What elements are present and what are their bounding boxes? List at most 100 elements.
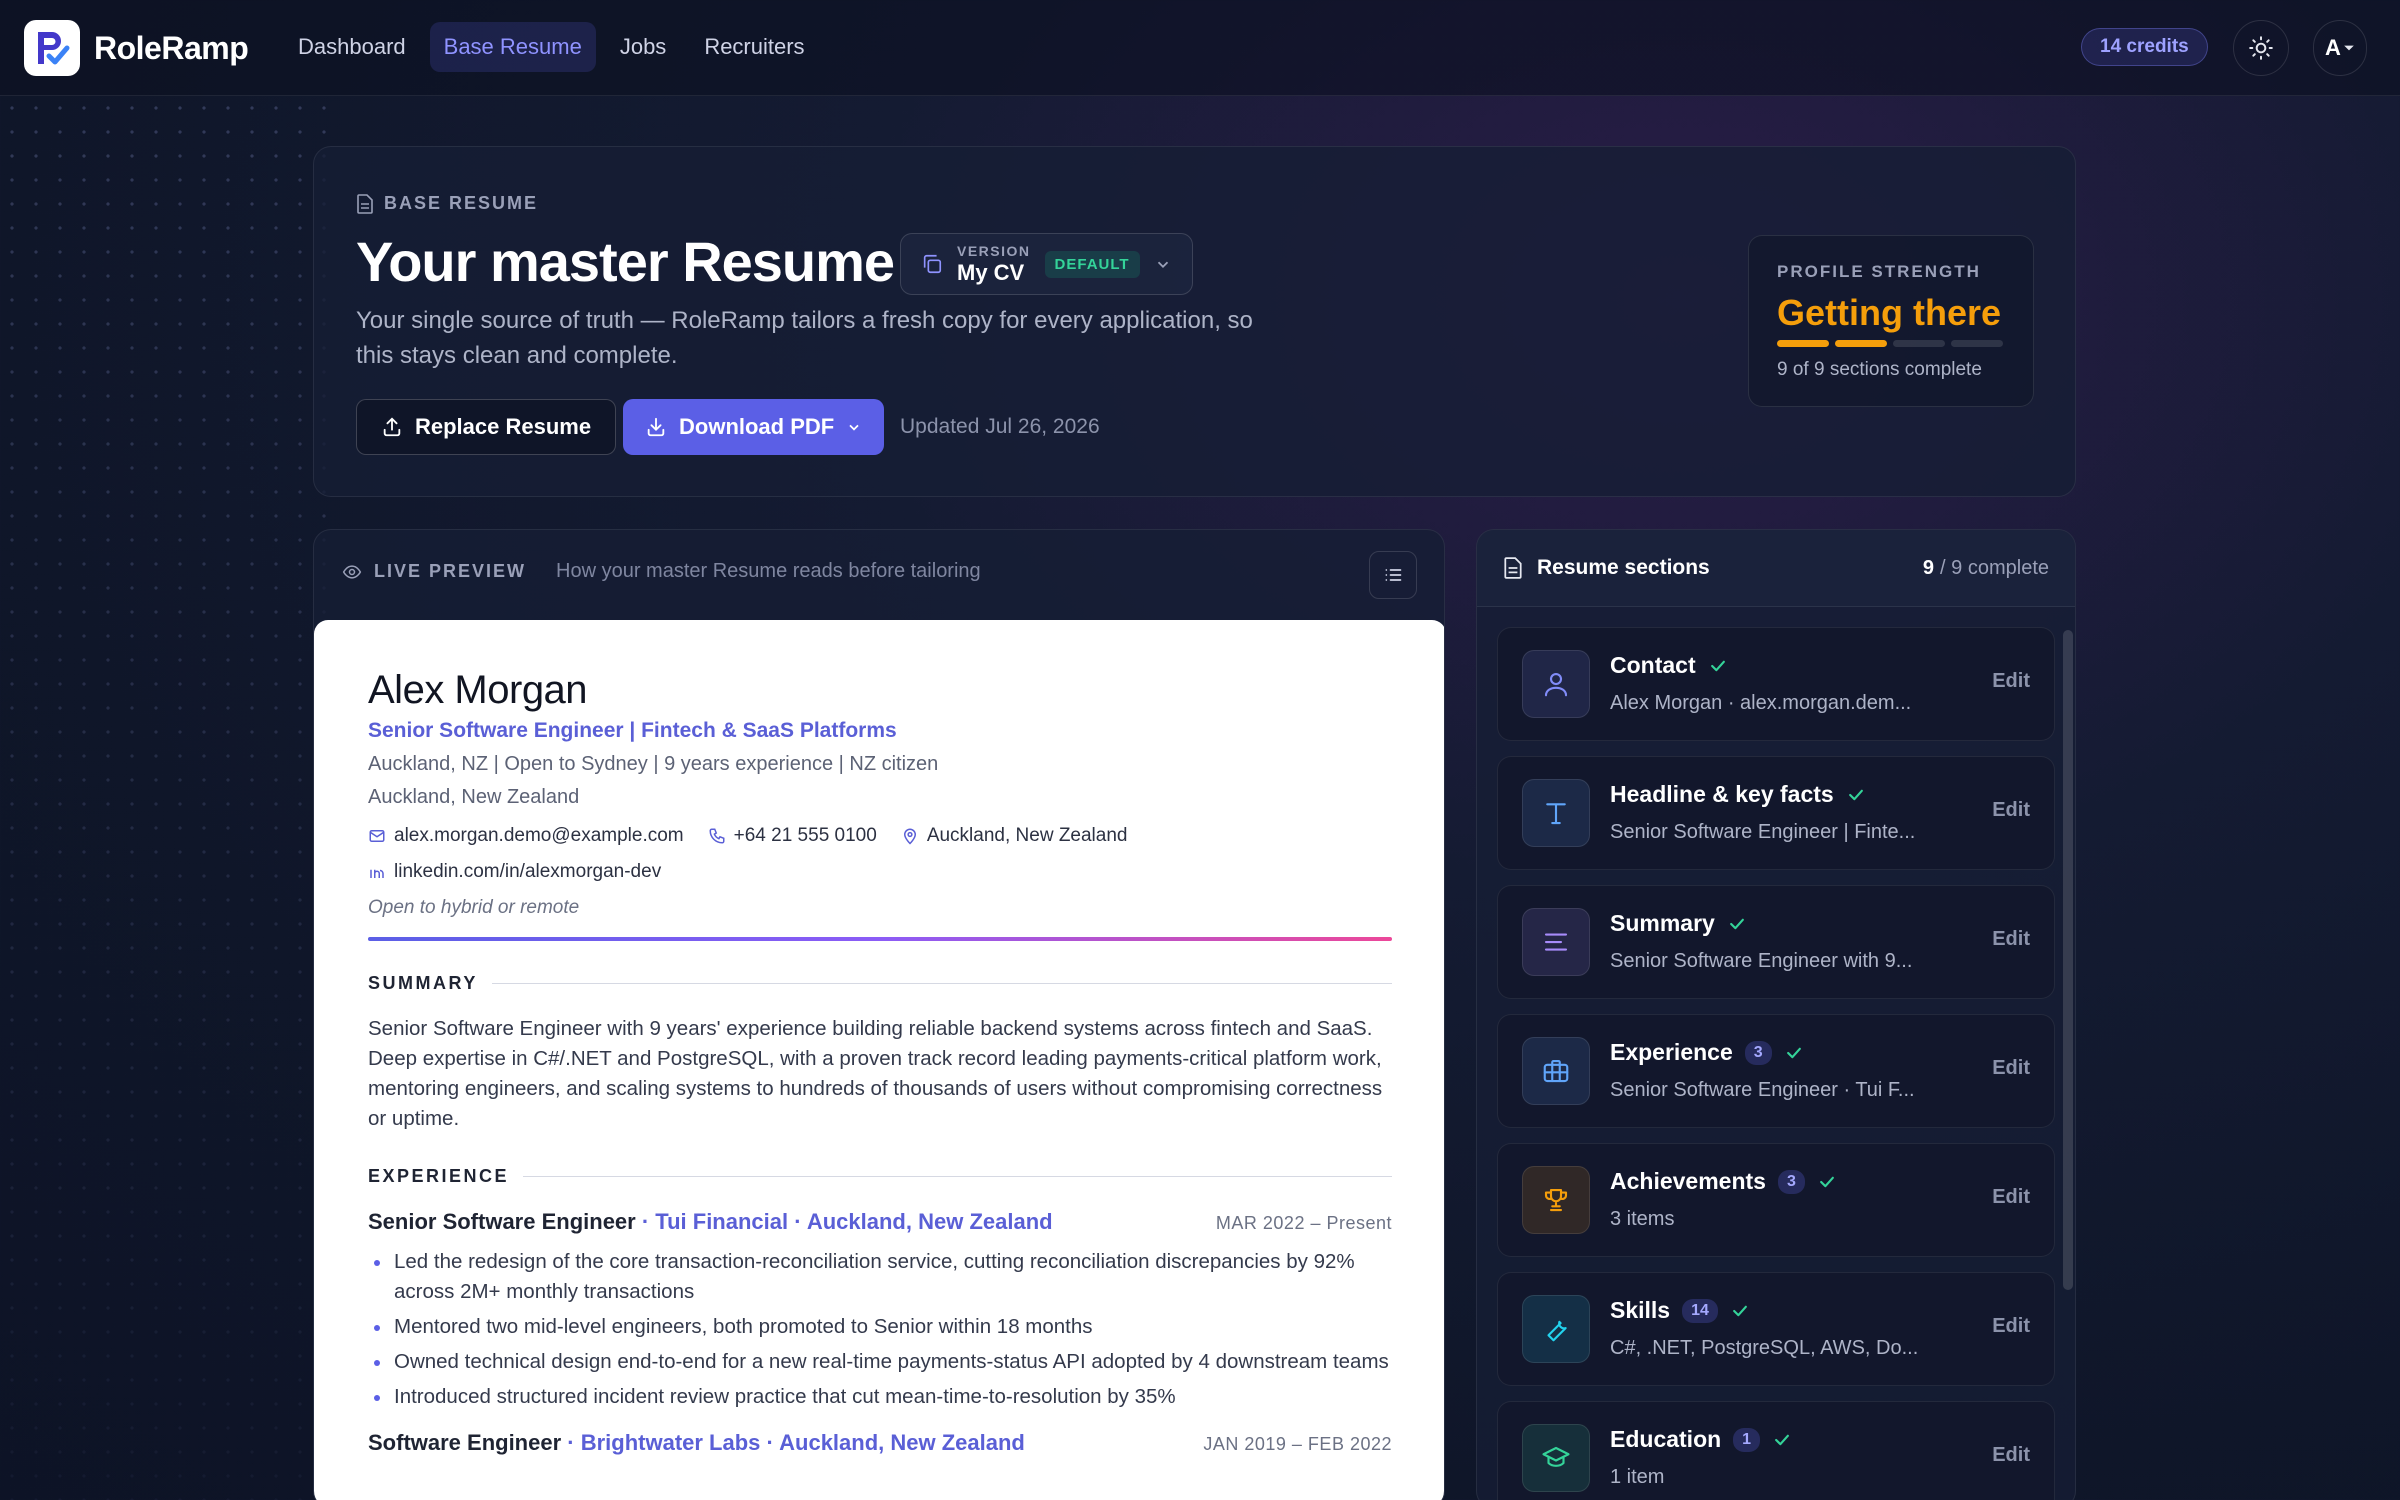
section-edit-button[interactable]: Edit [1992, 1057, 2030, 1080]
section-card-skills[interactable]: Skills 14 C#, .NET, PostgreSQL, AWS, Do.… [1497, 1272, 2055, 1386]
check-icon [1729, 918, 1744, 929]
section-rule [491, 983, 1392, 984]
resume-email: alex.morgan.demo@example.com [368, 825, 684, 847]
section-summary: Senior Software Engineer · Tui F... [1610, 1079, 1915, 1101]
chevron-down-icon [1157, 261, 1168, 268]
nav-jobs[interactable]: Jobs [606, 22, 680, 72]
section-count-badge: 14 [1682, 1298, 1718, 1323]
page-title: Your master Resume [356, 230, 895, 293]
profile-strength-card: PROFILE STRENGTH Getting there 9 of 9 se… [1748, 235, 2034, 407]
version-label: VERSION My CV [957, 244, 1031, 284]
map-pin-icon [903, 828, 916, 845]
job-company: · Tui Financial · Auckland, New Zealand [635, 1209, 1053, 1234]
hero-eyebrow-text: BASE RESUME [384, 193, 539, 213]
section-card-summary[interactable]: Summary Senior Software Engineer with 9.… [1497, 885, 2055, 999]
section-title: Achievements 3 [1610, 1168, 1837, 1195]
theme-toggle-button[interactable] [2233, 20, 2289, 76]
user-menu-button[interactable]: A [2313, 20, 2367, 76]
section-title: Contact [1610, 652, 1728, 679]
resume-phone-text: +64 21 555 0100 [733, 825, 877, 846]
sun-icon [2249, 36, 2273, 60]
hero-eyebrow: BASE RESUME [356, 193, 538, 214]
hero-subtitle: Your single source of truth — RoleRamp t… [356, 307, 1253, 369]
linkedin-icon [370, 866, 384, 878]
resume-linkedin-text: linkedin.com/in/alexmorgan-dev [394, 861, 662, 882]
section-edit-button[interactable]: Edit [1992, 1186, 2030, 1209]
resume-summary-heading: SUMMARY [368, 973, 1392, 994]
briefcase-icon [1522, 1037, 1590, 1105]
download-pdf-button[interactable]: Download PDF [623, 399, 885, 455]
caret-down-icon [2344, 45, 2354, 51]
section-edit-button[interactable]: Edit [1992, 1444, 2030, 1467]
job-company: · Brightwater Labs · Auckland, New Zeala… [561, 1430, 1025, 1455]
live-preview-header: LIVE PREVIEW How your master Resume read… [342, 560, 981, 583]
outline-toggle-button[interactable] [1369, 551, 1417, 599]
replace-resume-button[interactable]: Replace Resume [356, 399, 617, 455]
base-resume-hero: BASE RESUME Your master Resume VERSION M… [313, 146, 2076, 497]
sections-list: Contact Alex Morgan · alex.morgan.dem...… [1477, 607, 2075, 1500]
job-bullets: Led the redesign of the core transaction… [368, 1247, 1392, 1412]
section-card-education[interactable]: Education 1 1 item Edit [1497, 1401, 2055, 1500]
resume-experience-heading: EXPERIENCE [368, 1166, 1392, 1187]
sections-scrollbar[interactable] [2063, 630, 2073, 1290]
job-bullet: Introduced structured incident review pr… [374, 1382, 1392, 1412]
resume-summary-text: Senior Software Engineer with 9 years' e… [368, 1017, 1383, 1130]
download-pdf-label: Download PDF [679, 414, 835, 439]
section-edit-button[interactable]: Edit [1992, 928, 2030, 951]
section-card-experience[interactable]: Experience 3 Senior Software Engineer · … [1497, 1014, 2055, 1128]
section-card-headline-key-facts[interactable]: Headline & key facts Senior Software Eng… [1497, 756, 2055, 870]
complete-count: 9 [1922, 556, 1935, 579]
section-rule [523, 1176, 1392, 1177]
section-title-text: Experience [1610, 1039, 1733, 1065]
copy-icon [923, 254, 942, 274]
resume-sections-header: Resume sections 9/ 9 complete [1477, 530, 2075, 607]
section-card-achievements[interactable]: Achievements 3 3 items Edit [1497, 1143, 2055, 1257]
nav-dashboard[interactable]: Dashboard [284, 22, 420, 72]
section-card-contact[interactable]: Contact Alex Morgan · alex.morgan.dem...… [1497, 627, 2055, 741]
section-edit-button[interactable]: Edit [1992, 670, 2030, 693]
section-summary: C#, .NET, PostgreSQL, AWS, Do... [1610, 1337, 1919, 1359]
section-count-badge: 3 [1777, 1169, 1805, 1194]
resume-place-text: Auckland, New Zealand [926, 825, 1128, 846]
resume-sections-panel: Resume sections 9/ 9 complete Contact Al… [1476, 529, 2076, 1500]
version-selector[interactable]: VERSION My CV DEFAULT [900, 233, 1193, 295]
job-bullet: Led the redesign of the core transaction… [374, 1247, 1392, 1307]
resume-phone: +64 21 555 0100 [708, 825, 877, 847]
live-preview-panel: LIVE PREVIEW How your master Resume read… [313, 529, 1445, 1500]
section-title: Skills 14 [1610, 1297, 1750, 1324]
section-edit-button[interactable]: Edit [1992, 1315, 2030, 1338]
resume-linkedin: linkedin.com/in/alexmorgan-dev [368, 861, 1392, 883]
section-summary: 3 items [1610, 1208, 1675, 1230]
section-title-text: Achievements [1610, 1168, 1766, 1194]
job-entry-header: Software Engineer · Brightwater Labs · A… [368, 1430, 1392, 1456]
replace-resume-label: Replace Resume [415, 414, 592, 439]
updated-timestamp: Updated Jul 26, 2026 [900, 415, 1100, 438]
section-summary: 1 item [1610, 1466, 1665, 1488]
live-preview-label: LIVE PREVIEW [374, 561, 527, 581]
strength-segment [1951, 340, 2003, 347]
graduation-cap-icon [1522, 1424, 1590, 1492]
section-title-text: Skills [1610, 1297, 1671, 1323]
profile-strength-label: PROFILE STRENGTH [1777, 262, 1981, 281]
profile-strength-value: Getting there [1777, 292, 2002, 333]
strength-segment [1777, 340, 1829, 347]
credits-badge[interactable]: 14 credits [2081, 28, 2208, 66]
section-summary: Senior Software Engineer | Finte... [1610, 821, 1916, 843]
nav-base-resume[interactable]: Base Resume [429, 22, 596, 72]
mail-icon [369, 830, 385, 842]
brand-logo[interactable]: RoleRamp [24, 20, 249, 76]
job-entry-header: Senior Software Engineer · Tui Financial… [368, 1209, 1392, 1235]
resume-gradient-divider [368, 937, 1392, 941]
document-icon [357, 193, 373, 214]
strength-segment [1835, 340, 1887, 347]
sections-complete-count: 9/ 9 complete [1923, 557, 2049, 580]
avatar: A [2325, 35, 2341, 60]
dot-pattern-background [0, 96, 330, 1500]
chevron-down-icon [849, 424, 859, 431]
section-edit-button[interactable]: Edit [1992, 799, 2030, 822]
check-icon [1786, 1047, 1801, 1058]
check-icon [1848, 789, 1863, 800]
default-badge: DEFAULT [1044, 250, 1140, 278]
resume-key-facts: Auckland, NZ | Open to Sydney | 9 years … [368, 753, 939, 775]
nav-recruiters[interactable]: Recruiters [690, 22, 818, 72]
